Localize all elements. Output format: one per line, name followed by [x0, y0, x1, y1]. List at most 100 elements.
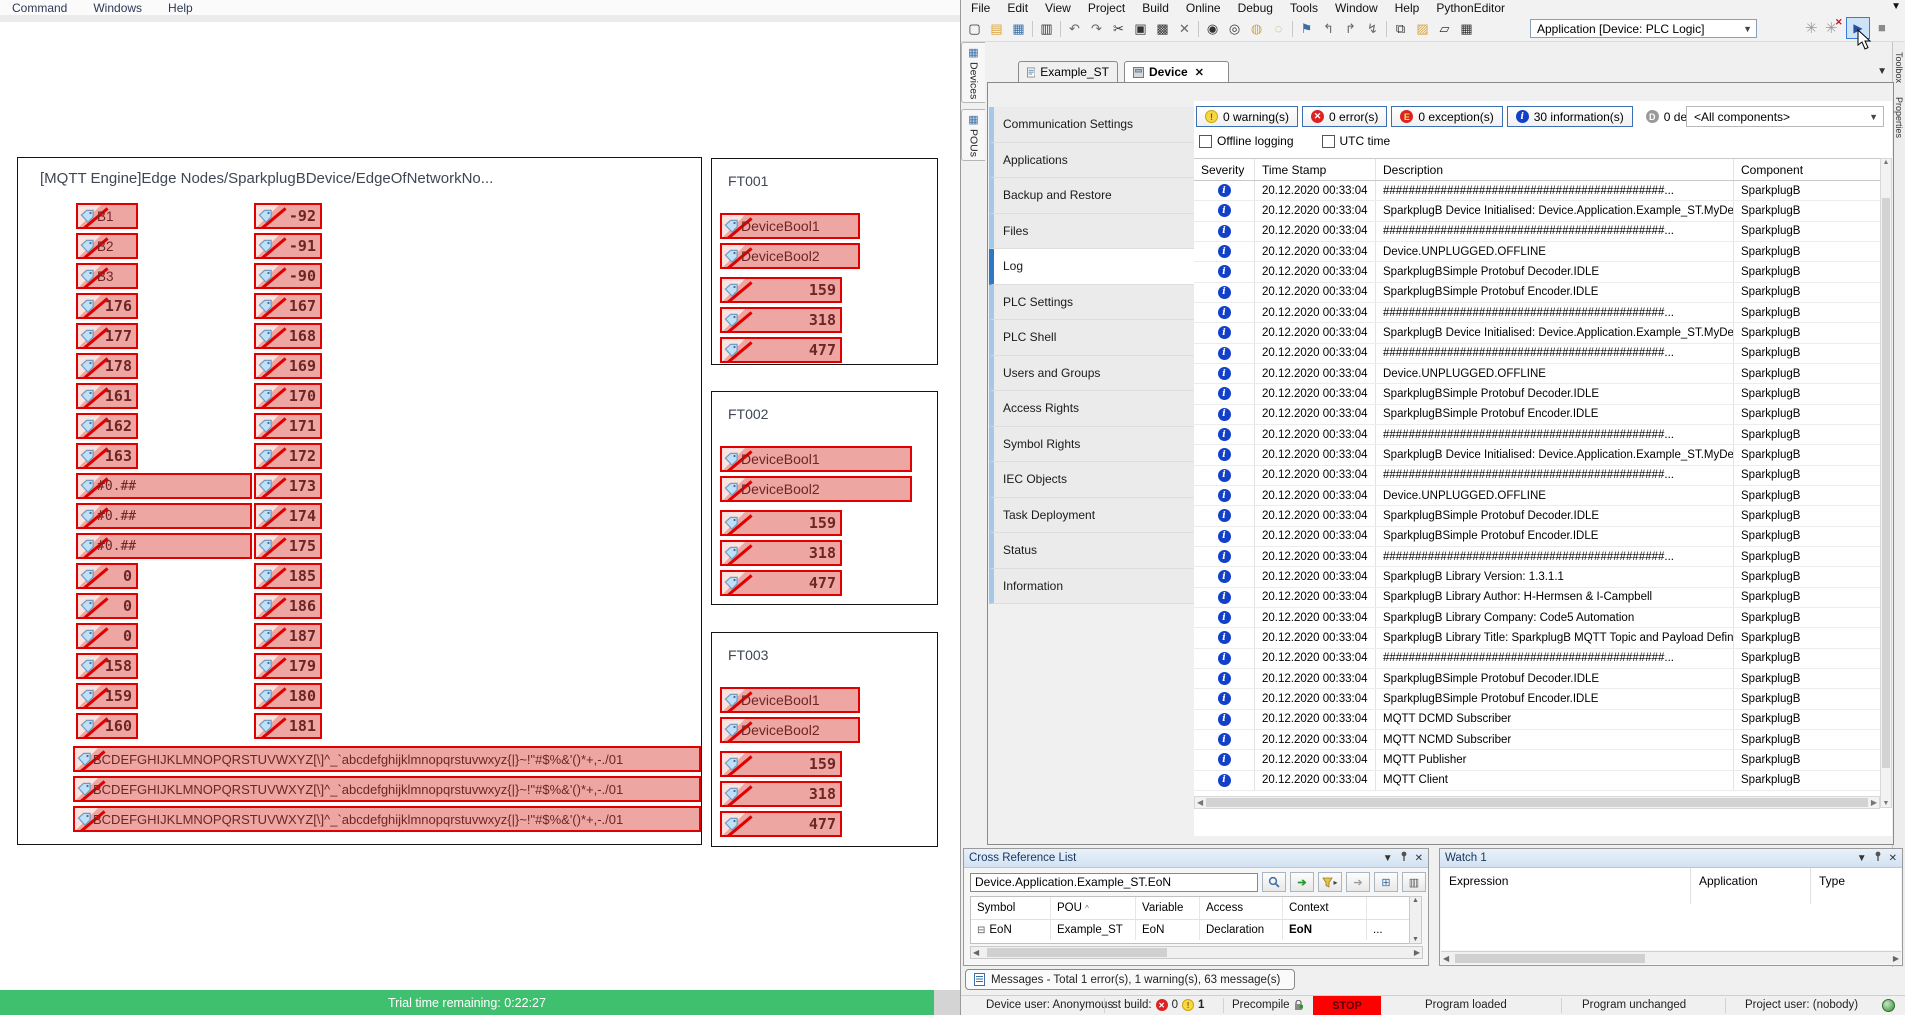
scroll-left-icon[interactable]: ◀	[1443, 954, 1449, 963]
watch-hscrollbar[interactable]: ◀▶	[1441, 951, 1901, 964]
sidebar-item[interactable]: Information	[989, 569, 1194, 605]
save-icon[interactable]: ▦	[1010, 20, 1027, 37]
delete-icon[interactable]: ✕	[1176, 20, 1193, 37]
go-button[interactable]: ➔	[1290, 872, 1314, 892]
log-vertical-scrollbar[interactable]: ▲▼	[1880, 158, 1892, 808]
log-row[interactable]: i 20.12.2020 00:33:04 SparkplugBSimple P…	[1194, 283, 1880, 303]
column-header-application[interactable]: Application	[1691, 868, 1811, 904]
bookmark-icon[interactable]: ⚑	[1298, 20, 1315, 37]
pin-icon[interactable]	[1874, 851, 1882, 865]
sidebar-item[interactable]: Task Deployment	[989, 498, 1194, 534]
column-header-access[interactable]: Access	[1200, 897, 1283, 919]
log-row[interactable]: i 20.12.2020 00:33:04 MQTT NCMD Subscrib…	[1194, 730, 1880, 750]
log-row[interactable]: i 20.12.2020 00:33:04 ##################…	[1194, 222, 1880, 242]
column-header-symbol[interactable]: Symbol	[971, 897, 1051, 919]
logout-button[interactable]: ✳✕	[1825, 19, 1838, 37]
log-row[interactable]: i 20.12.2020 00:33:04 SparkplugBSimple P…	[1194, 669, 1880, 689]
scaffold-icon[interactable]: ▨	[1414, 20, 1431, 37]
sidebar-item[interactable]: Access Rights	[989, 391, 1194, 427]
send-to-editor-button[interactable]: ⊞	[1374, 872, 1398, 892]
log-row[interactable]: i 20.12.2020 00:33:04 ##################…	[1194, 649, 1880, 669]
filter-warnings-button[interactable]: !0 warning(s)	[1196, 106, 1298, 127]
new-object-icon[interactable]: ▱	[1436, 20, 1453, 37]
redo-icon[interactable]: ↷	[1088, 20, 1105, 37]
scrollbar-thumb[interactable]	[1455, 954, 1645, 963]
menu-item[interactable]: Help	[1395, 1, 1420, 15]
open-file-icon[interactable]: ▤	[988, 20, 1005, 37]
filter-information-button[interactable]: i30 information(s)	[1507, 106, 1633, 127]
cross-reference-row[interactable]: ⊟EoN Example_ST EoN Declaration EoN ...	[971, 920, 1409, 940]
menu-item[interactable]: Build	[1142, 1, 1169, 15]
scroll-up-icon[interactable]: ▲	[1412, 897, 1419, 904]
scroll-left-icon[interactable]: ◀	[973, 948, 979, 957]
menu-item[interactable]: Windows	[93, 1, 142, 15]
cross-reference-search-input[interactable]	[970, 873, 1258, 892]
scrollbar-thumb[interactable]	[1206, 798, 1868, 807]
sidebar-item[interactable]: Status	[989, 533, 1194, 569]
menu-item[interactable]: Debug	[1238, 1, 1273, 15]
close-icon[interactable]: ✕	[1415, 853, 1423, 864]
paste-icon[interactable]: ▩	[1154, 20, 1171, 37]
menu-item[interactable]: Command	[12, 1, 67, 15]
sidebar-item[interactable]: Communication Settings	[989, 107, 1194, 143]
replace-in-project-icon[interactable]: ◌	[1270, 20, 1287, 37]
log-row[interactable]: i 20.12.2020 00:33:04 SparkplugBSimple P…	[1194, 405, 1880, 425]
tab-example-st[interactable]: Example_ST	[1018, 61, 1118, 82]
sidebar-item[interactable]: Symbol Rights	[989, 427, 1194, 463]
scroll-right-icon[interactable]: ▶	[1414, 948, 1420, 957]
log-row[interactable]: i 20.12.2020 00:33:04 SparkplugB Device …	[1194, 201, 1880, 221]
column-header-timestamp[interactable]: Time Stamp	[1255, 159, 1376, 180]
scroll-up-icon[interactable]: ▲	[1883, 159, 1890, 166]
filter-exceptions-button[interactable]: E0 exception(s)	[1391, 106, 1502, 127]
log-row[interactable]: i 20.12.2020 00:33:04 MQTT Client Sparkp…	[1194, 771, 1880, 791]
scrollbar-thumb[interactable]	[987, 948, 1167, 957]
menu-item[interactable]: Online	[1186, 1, 1221, 15]
cross-reference-hscrollbar[interactable]: ◀▶	[970, 946, 1423, 959]
pin-icon[interactable]	[1400, 851, 1408, 865]
scroll-down-icon[interactable]: ▼	[1883, 800, 1890, 807]
column-header-context[interactable]: Context	[1283, 897, 1367, 919]
previous-bookmark-icon[interactable]: ↰	[1320, 20, 1337, 37]
log-row[interactable]: i 20.12.2020 00:33:04 ##################…	[1194, 181, 1880, 201]
log-row[interactable]: i 20.12.2020 00:33:04 SparkplugBSimple P…	[1194, 689, 1880, 709]
log-row[interactable]: i 20.12.2020 00:33:04 SparkplugBSimple P…	[1194, 384, 1880, 404]
sidebar-item[interactable]: Applications	[989, 143, 1194, 179]
active-application-selector[interactable]: Application [Device: PLC Logic] ▼	[1530, 19, 1757, 38]
offline-logging-checkbox[interactable]: Offline logging	[1199, 134, 1294, 148]
compare-icon[interactable]: ⧉	[1392, 20, 1409, 37]
watch-table-body[interactable]	[1441, 904, 1901, 950]
log-row[interactable]: i 20.12.2020 00:33:04 Device.UNPLUGGED.O…	[1194, 364, 1880, 384]
column-header-description[interactable]: Description	[1376, 159, 1734, 180]
log-row[interactable]: i 20.12.2020 00:33:04 SparkplugB Library…	[1194, 628, 1880, 648]
log-row[interactable]: i 20.12.2020 00:33:04 SparkplugB Device …	[1194, 323, 1880, 343]
menu-item[interactable]: Edit	[1007, 1, 1028, 15]
menu-item[interactable]: Help	[168, 1, 193, 15]
scroll-down-icon[interactable]: ▼	[1412, 936, 1419, 943]
find-in-project-icon[interactable]: ◍	[1248, 20, 1265, 37]
scroll-left-icon[interactable]: ◀	[1197, 798, 1203, 807]
sidebar-item[interactable]: PLC Settings	[989, 285, 1194, 321]
messages-bar[interactable]: Messages - Total 1 error(s), 1 warning(s…	[965, 969, 1295, 990]
sidebar-item[interactable]: PLC Shell	[989, 320, 1194, 356]
tab-device[interactable]: Device ✕	[1124, 61, 1229, 82]
scroll-right-icon[interactable]: ▶	[1893, 954, 1899, 963]
log-row[interactable]: i 20.12.2020 00:33:04 SparkplugBSimple P…	[1194, 506, 1880, 526]
sidebar-item[interactable]: Backup and Restore	[989, 178, 1194, 214]
tab-overflow-caret-icon[interactable]: ▼	[1877, 66, 1887, 77]
log-row[interactable]: i 20.12.2020 00:33:04 SparkplugB Library…	[1194, 588, 1880, 608]
menu-item[interactable]: PythonEditor	[1436, 1, 1505, 15]
log-row[interactable]: i 20.12.2020 00:33:04 SparkplugB Device …	[1194, 445, 1880, 465]
search-button[interactable]	[1262, 872, 1286, 892]
library-icon[interactable]: ▦	[1458, 20, 1475, 37]
print-button[interactable]: ▥	[1402, 872, 1426, 892]
menu-item[interactable]: View	[1045, 1, 1071, 15]
cut-icon[interactable]: ✂	[1110, 20, 1127, 37]
window-menu-caret-icon[interactable]: ▼	[1891, 1, 1901, 12]
column-header-component[interactable]: Component	[1734, 159, 1880, 180]
menu-item[interactable]: File	[971, 1, 990, 15]
log-horizontal-scrollbar[interactable]: ◀▶	[1194, 796, 1880, 809]
dock-tab[interactable]: Properties	[1894, 97, 1904, 138]
scrollbar-thumb[interactable]	[1882, 198, 1890, 768]
sidebar-item[interactable]: Log	[989, 249, 1195, 285]
menu-item[interactable]: Window	[1335, 1, 1378, 15]
